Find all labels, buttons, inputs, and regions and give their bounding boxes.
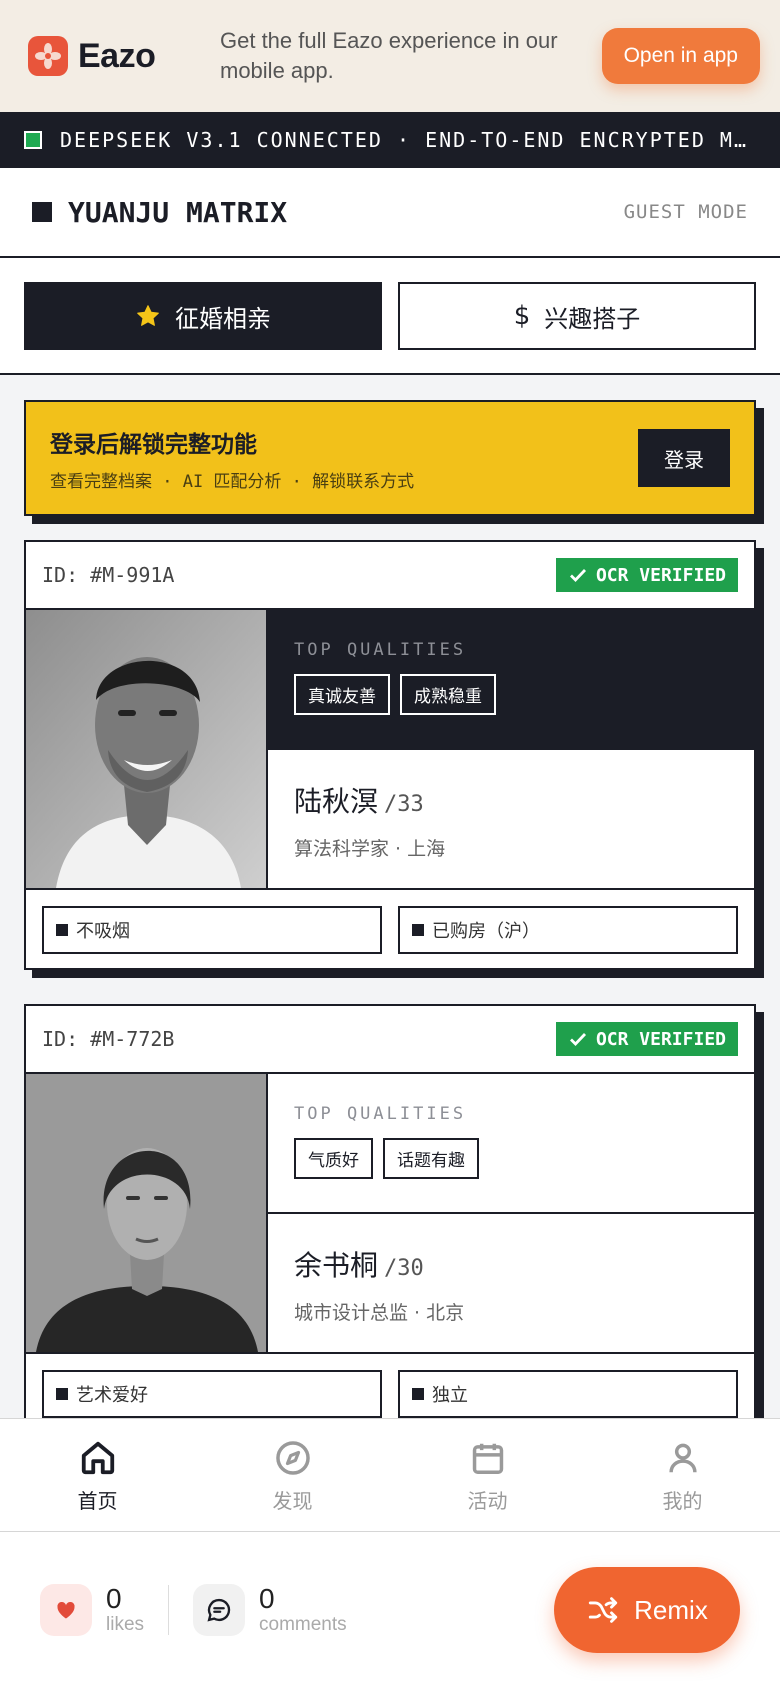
comments-label: comments [259,1614,347,1635]
profile-identity: 余书桐/30 城市设计总监 · 北京 [268,1214,754,1325]
bullet-square-icon [412,924,424,936]
profile-id: ID: #M-991A [42,563,175,587]
trait-label: 已购房（沪） [432,921,540,942]
login-prompt-banner: 登录后解锁完整功能 查看完整档案 · AI 匹配分析 · 解锁联系方式 登录 [24,400,756,516]
profile-name: 陆秋溟 [294,785,379,818]
profile-card-header: ID: #M-772B OCR VERIFIED [26,1006,754,1074]
bullet-square-icon [56,1388,68,1400]
profile-age: /33 [384,792,424,817]
star-icon [137,305,159,326]
checkmark-icon [569,569,586,583]
profile-card-body: TOP QUALITIES 气质好 话题有趣 余书桐/30 城市设计总监 · 北… [26,1074,754,1354]
open-in-app-button[interactable]: Open in app [601,28,760,84]
home-icon [81,1441,114,1475]
engagement-footer: 0 likes 0 comments Remix [0,1532,780,1688]
profile-traits: 不吸烟 已购房（沪） [26,890,754,970]
trait-chip: 独立 [398,1370,738,1418]
tab-label: 兴趣搭子 [544,304,641,333]
remix-button[interactable]: Remix [554,1567,740,1653]
quality-tag: 成熟稳重 [400,674,496,715]
comments-count: 0 [259,1583,275,1614]
app-header: YUANJU MATRIX GUEST MODE [0,168,780,258]
trait-label: 独立 [432,1385,468,1406]
category-tabs: 征婚相亲 $ 兴趣搭子 [0,258,780,375]
login-prompt-subtitle: 查看完整档案 · AI 匹配分析 · 解锁联系方式 [50,471,415,492]
shuffle-icon [588,1597,618,1623]
connection-status-icon [24,131,42,149]
tab-matchmaking[interactable]: 征婚相亲 [24,282,382,350]
profile-id: ID: #M-772B [42,1027,175,1051]
app-promo-banner: Eazo Get the full Eazo experience in our… [0,0,780,112]
guest-mode-label[interactable]: GUEST MODE [624,201,748,223]
nav-label: 我的 [662,1489,703,1513]
bottom-navigation: 首页 发现 活动 我的 [0,1418,780,1532]
nav-discover[interactable]: 发现 [195,1419,390,1531]
comment-icon [193,1584,246,1636]
likes-stat[interactable]: 0 likes [40,1584,144,1636]
profile-card[interactable]: ID: #M-772B OCR VERIFIED TOP QUALITIES 气… [24,1004,756,1434]
profile-card[interactable]: ID: #M-991A OCR VERIFIED TOP QUALITIES 真… [24,540,756,970]
dollar-icon: $ [513,301,531,331]
nav-home[interactable]: 首页 [0,1419,195,1531]
profile-occupation-city: 城市设计总监 · 北京 [294,1302,465,1324]
quality-tag: 话题有趣 [383,1138,479,1179]
profile-card-body: TOP QUALITIES 真诚友善 成熟稳重 陆秋溟/33 算法科学家 · 上… [26,610,754,890]
verified-badge: OCR VERIFIED [555,1022,738,1056]
verified-badge: OCR VERIFIED [555,558,738,592]
checkmark-icon [569,1033,586,1047]
likes-count: 0 [106,1583,122,1614]
trait-label: 艺术爱好 [76,1385,148,1406]
eazo-logo-icon [28,36,68,76]
heart-icon [40,1584,92,1636]
quality-tag: 真诚友善 [294,674,390,715]
verified-label: OCR VERIFIED [595,1028,726,1050]
nav-label: 首页 [77,1489,118,1513]
profile-photo[interactable] [26,1074,268,1352]
status-ticker: DEEPSEEK V3.1 CONNECTED · END-TO-END ENC… [0,112,780,168]
brand-title: YUANJU MATRIX [68,195,288,229]
top-qualities-section: TOP QUALITIES 气质好 话题有趣 [268,1074,754,1214]
remix-label: Remix [634,1594,708,1625]
profile-age: /30 [384,1256,424,1281]
nav-events[interactable]: 活动 [390,1419,585,1531]
trait-chip: 艺术爱好 [42,1370,382,1418]
bullet-square-icon [56,924,68,936]
tab-label: 征婚相亲 [175,304,271,333]
login-prompt-title: 登录后解锁完整功能 [50,431,257,458]
user-icon [668,1443,697,1473]
trait-label: 不吸烟 [76,921,130,942]
trait-chip: 不吸烟 [42,906,382,954]
brand-square-icon [32,202,52,222]
trait-chip: 已购房（沪） [398,906,738,954]
nav-label: 发现 [272,1489,313,1513]
profile-identity: 陆秋溟/33 算法科学家 · 上海 [268,750,754,861]
compass-icon [275,1441,310,1475]
top-qualities-label: TOP QUALITIES [294,1104,467,1124]
profile-name: 余书桐 [294,1249,379,1282]
profile-card-header: ID: #M-991A OCR VERIFIED [26,542,754,610]
bullet-square-icon [412,1388,424,1400]
login-button[interactable]: 登录 [638,429,730,487]
quality-tag: 气质好 [294,1138,373,1179]
comments-stat[interactable]: 0 comments [193,1584,347,1636]
tab-interest-partners[interactable]: $ 兴趣搭子 [398,282,756,350]
ticker-text: DEEPSEEK V3.1 CONNECTED · END-TO-END ENC… [60,128,749,152]
top-qualities-section: TOP QUALITIES 真诚友善 成熟稳重 [268,610,754,750]
stat-divider [168,1585,170,1635]
verified-label: OCR VERIFIED [595,564,726,586]
profile-occupation-city: 算法科学家 · 上海 [294,838,446,860]
nav-label: 活动 [467,1489,508,1513]
likes-label: likes [106,1614,145,1635]
eazo-wordmark: Eazo [78,36,156,75]
profile-photo[interactable] [26,610,268,888]
top-qualities-label: TOP QUALITIES [294,640,467,660]
eazo-logo: Eazo [28,36,192,76]
promo-message: Get the full Eazo experience in our mobi… [220,28,558,83]
calendar-icon [472,1443,503,1474]
nav-profile[interactable]: 我的 [585,1419,780,1531]
